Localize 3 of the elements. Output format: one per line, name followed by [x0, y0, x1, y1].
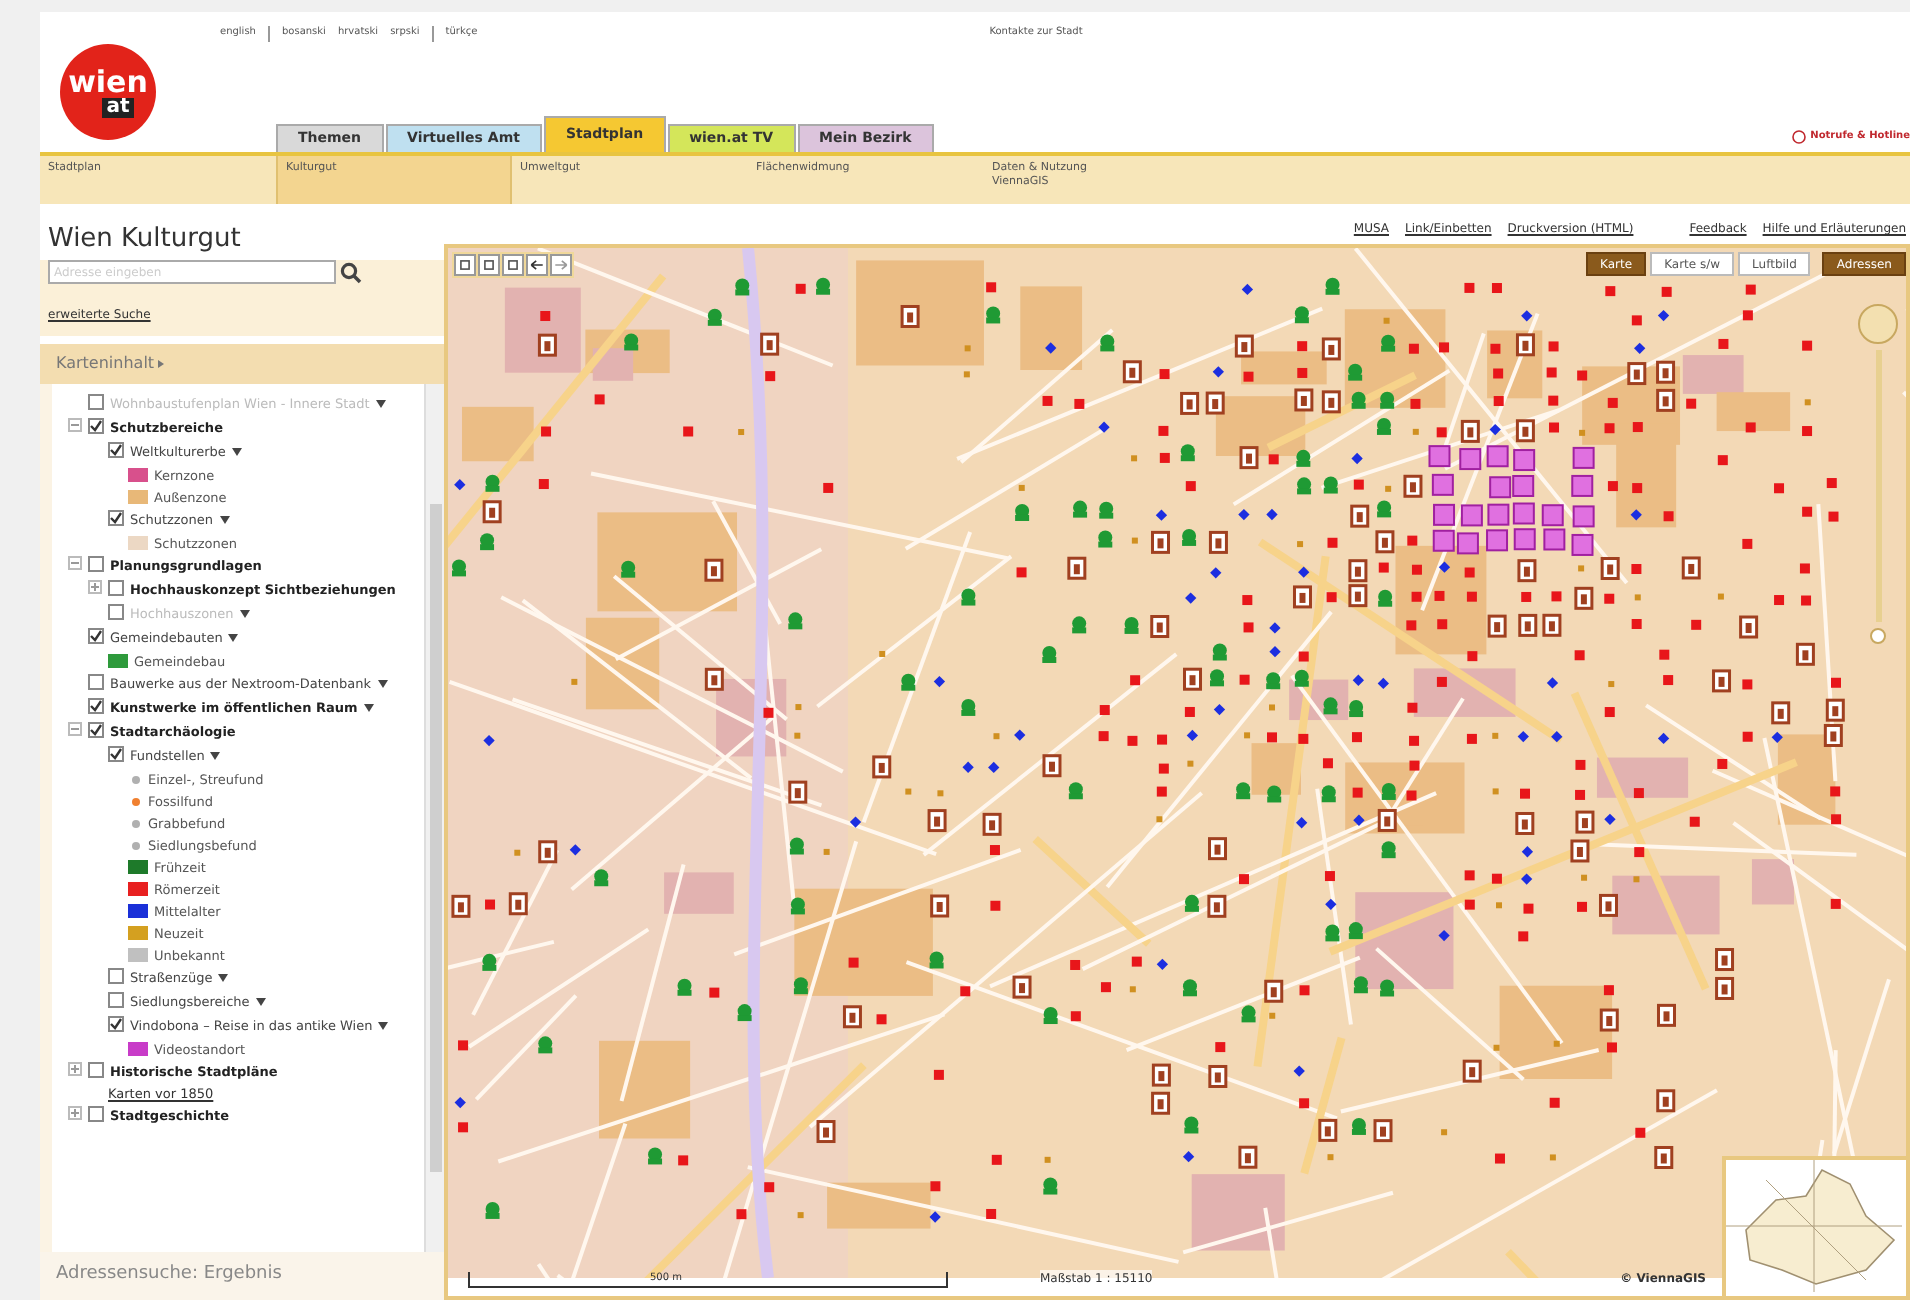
- panel-title: Karteninhalt: [56, 352, 155, 376]
- logo[interactable]: wien at: [60, 44, 156, 140]
- page-title: Wien Kulturgut: [46, 222, 243, 258]
